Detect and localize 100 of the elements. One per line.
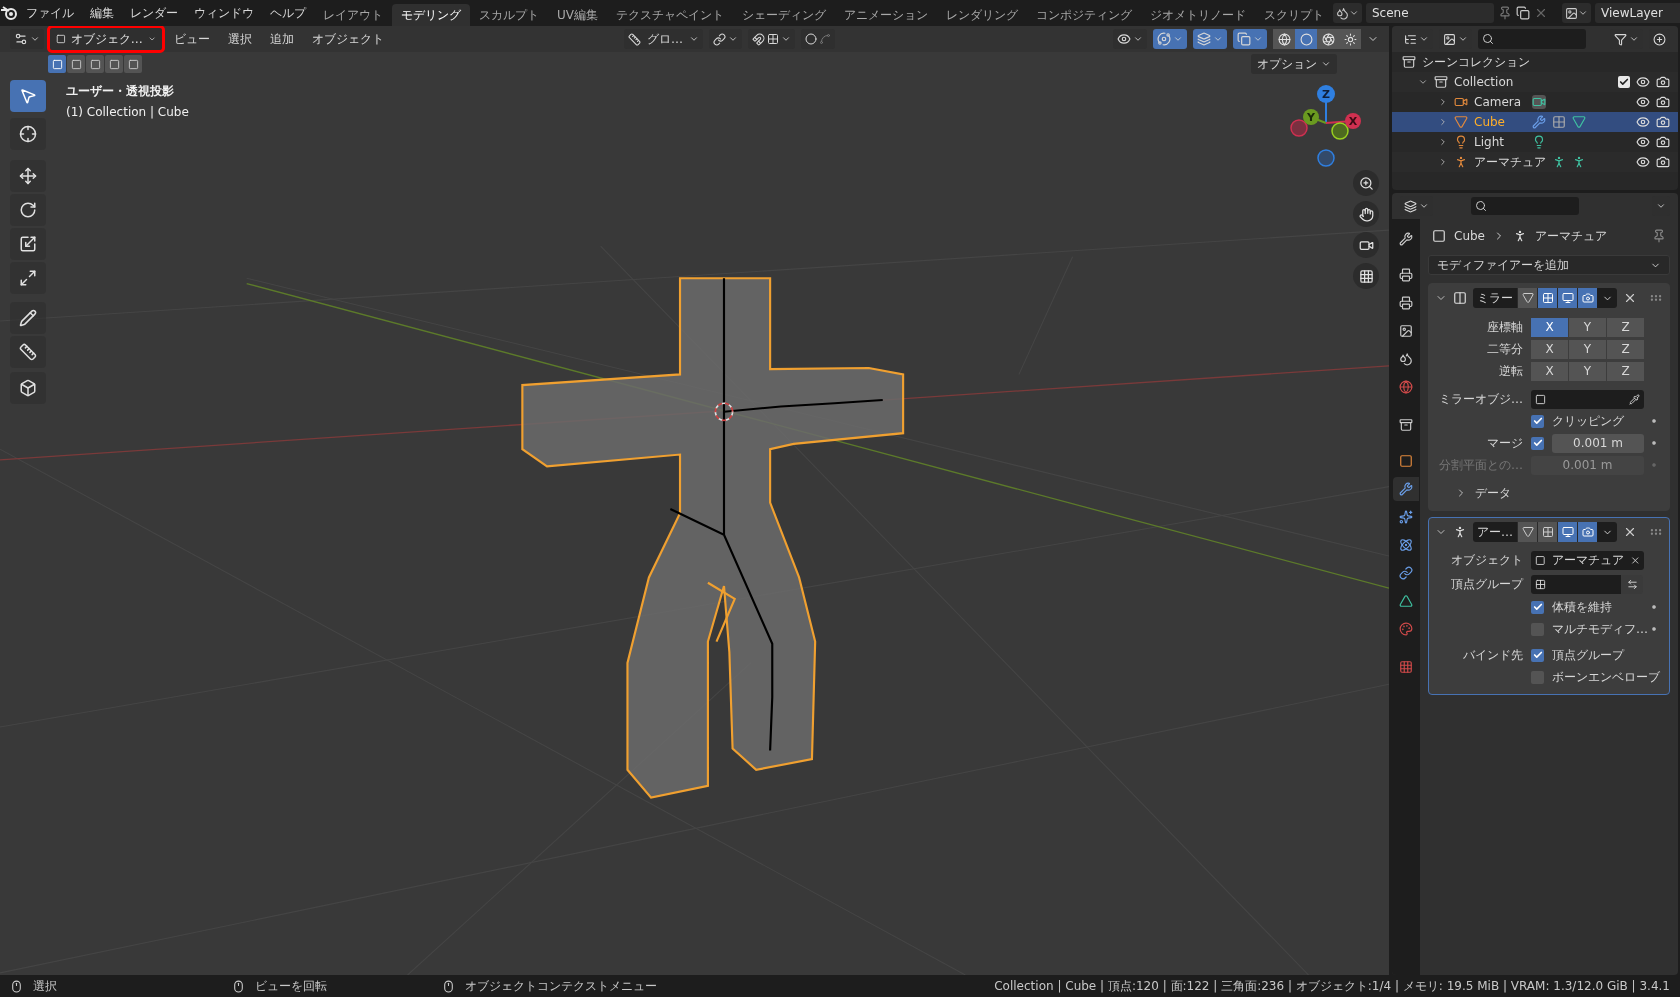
menu-item[interactable]: ヘルプ <box>262 4 314 22</box>
workspace-tab[interactable]: コンポジティング <box>1027 4 1141 26</box>
modifier-name-field[interactable]: ミラー <box>1473 288 1517 308</box>
axis-gizmo[interactable]: Z Y X <box>1281 78 1371 168</box>
workspace-tab[interactable]: UV編集 <box>548 4 607 26</box>
on-cage-toggle[interactable] <box>1517 522 1537 542</box>
axis-toggle[interactable]: Z <box>1607 361 1644 381</box>
select-mode-button[interactable] <box>124 55 142 73</box>
select-mode-button[interactable] <box>48 55 66 73</box>
axis-toggle[interactable]: Y <box>1569 339 1606 359</box>
workspace-tab[interactable]: レンダリング <box>937 4 1027 26</box>
menu-item[interactable]: レンダー <box>122 4 186 22</box>
menu-item[interactable]: ファイル <box>18 4 82 22</box>
edit-mode-toggle[interactable] <box>1537 288 1557 308</box>
tool-button[interactable] <box>10 80 46 112</box>
proportional-edit-button[interactable] <box>801 29 835 49</box>
menu-item[interactable]: ウィンドウ <box>186 4 262 22</box>
keyframe-dot-icon[interactable] <box>1652 419 1656 423</box>
mode-dropdown[interactable]: オブジェク… <box>50 28 162 50</box>
navigation-button[interactable] <box>1353 263 1379 289</box>
shading-button[interactable] <box>1339 29 1361 49</box>
select-mode-button[interactable] <box>86 55 104 73</box>
close-icon[interactable] <box>1623 291 1637 305</box>
app-logo-icon[interactable] <box>0 5 18 21</box>
view-menu-item[interactable]: オブジェクト <box>306 30 390 48</box>
snap-button[interactable] <box>748 29 795 49</box>
pin-icon[interactable] <box>1652 229 1666 243</box>
axis-toggle[interactable]: X <box>1531 339 1568 359</box>
tool-button[interactable] <box>10 336 46 368</box>
edit-mode-toggle[interactable] <box>1537 522 1557 542</box>
axis-toggle[interactable]: Z <box>1607 339 1644 359</box>
outliner-row[interactable]: Cube <box>1392 112 1678 132</box>
eye-icon[interactable] <box>1636 155 1650 169</box>
copy-icon[interactable] <box>1516 6 1530 20</box>
tool-button[interactable] <box>10 302 46 334</box>
vertex-group-field[interactable] <box>1531 574 1621 594</box>
editor-type-button[interactable] <box>10 29 44 49</box>
disclosure-icon[interactable] <box>1438 157 1448 167</box>
checkbox[interactable] <box>1531 414 1544 428</box>
navigation-button[interactable] <box>1353 170 1379 196</box>
search-field[interactable] <box>1471 197 1579 215</box>
tool-button[interactable] <box>10 372 46 404</box>
armature-data-icon[interactable] <box>1552 155 1566 169</box>
camera-data-icon[interactable] <box>1532 95 1546 109</box>
navigation-button[interactable] <box>1353 201 1379 227</box>
tool-button[interactable] <box>10 228 46 260</box>
workspace-tab[interactable]: アニメーション <box>835 4 937 26</box>
checkbox[interactable] <box>1531 648 1544 662</box>
light-data-icon[interactable] <box>1532 135 1546 149</box>
render-toggle[interactable] <box>1577 522 1597 542</box>
scene-field[interactable]: Scene <box>1366 3 1494 23</box>
view-menu-item[interactable]: 選択 <box>222 30 258 48</box>
tool-button[interactable] <box>10 262 46 294</box>
armature-data-icon[interactable] <box>1572 155 1586 169</box>
view-layer-field[interactable]: ViewLayer <box>1595 3 1680 23</box>
add-modifier-dropdown[interactable]: モディファイアーを追加 <box>1428 255 1670 275</box>
wrench-icon[interactable] <box>1532 115 1546 129</box>
orientation-dropdown[interactable]: グロ… <box>624 29 703 49</box>
axis-toggle[interactable]: X <box>1531 317 1568 337</box>
camera-icon[interactable] <box>1656 135 1670 149</box>
keyframe-dot-icon[interactable] <box>1652 441 1656 445</box>
camera-icon[interactable] <box>1656 75 1670 89</box>
viewport-toggle[interactable] <box>1557 288 1577 308</box>
checkbox[interactable] <box>1618 76 1630 88</box>
eye-icon[interactable] <box>1636 135 1650 149</box>
select-mode-button[interactable] <box>67 55 85 73</box>
camera-icon[interactable] <box>1656 155 1670 169</box>
pin-icon[interactable] <box>1498 6 1512 20</box>
search-field[interactable] <box>1478 29 1586 49</box>
view-layer-type-button[interactable] <box>1562 3 1591 23</box>
axis-toggle[interactable]: Z <box>1607 317 1644 337</box>
mesh-data-icon[interactable] <box>1572 115 1586 129</box>
object-field[interactable] <box>1531 389 1644 409</box>
view-menu-item[interactable]: ビュー <box>168 30 216 48</box>
navigation-button[interactable] <box>1353 232 1379 258</box>
workspace-tab[interactable]: スクリプト <box>1255 4 1333 26</box>
pivot-button[interactable] <box>709 29 742 49</box>
camera-icon[interactable] <box>1656 115 1670 129</box>
close-icon[interactable] <box>1623 525 1637 539</box>
disclosure-icon[interactable] <box>1418 77 1428 87</box>
viewport-toggle[interactable] <box>1557 522 1577 542</box>
eye-icon[interactable] <box>1636 75 1650 89</box>
overlay-toggle-button[interactable] <box>1153 29 1187 49</box>
modifier-name-field[interactable]: アー… <box>1473 522 1517 542</box>
object-field[interactable]: アーマチュア <box>1531 550 1644 570</box>
axis-toggle[interactable]: X <box>1531 361 1568 381</box>
view-menu-item[interactable]: 追加 <box>264 30 300 48</box>
workspace-tab[interactable]: スカルプト <box>470 4 548 26</box>
tool-button[interactable] <box>10 118 46 150</box>
eye-icon[interactable] <box>1636 115 1650 129</box>
outliner-item[interactable]: シーンコレクション <box>1422 53 1530 71</box>
number-field[interactable]: 0.001 m <box>1552 433 1644 453</box>
shading-button[interactable] <box>1273 29 1295 49</box>
overlay-toggle-button[interactable] <box>1113 29 1147 49</box>
shading-button[interactable] <box>1317 29 1339 49</box>
properties-tab[interactable] <box>1393 477 1419 501</box>
tool-button[interactable] <box>10 160 46 192</box>
overlay-toggle-button[interactable] <box>1233 29 1267 49</box>
keyframe-dot-icon[interactable] <box>1652 627 1656 631</box>
subpanel-title[interactable]: データ <box>1475 484 1511 502</box>
